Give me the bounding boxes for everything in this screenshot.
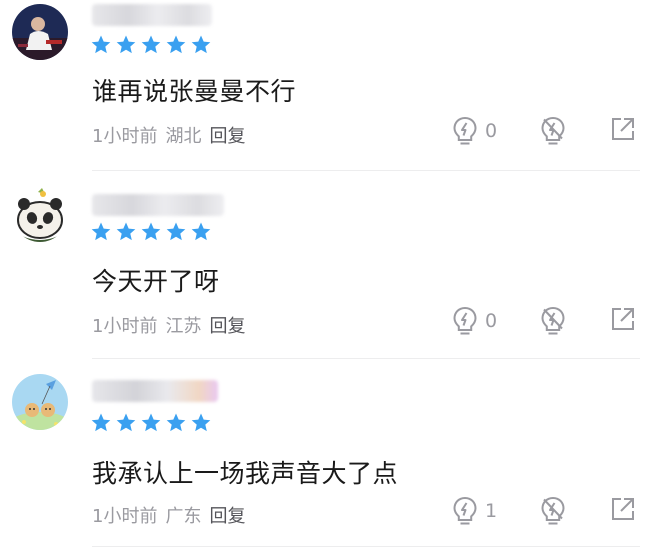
like-count: 0 — [485, 310, 498, 332]
star-icon — [165, 221, 187, 242]
avatar[interactable] — [12, 374, 68, 430]
reply-button[interactable]: 回复 — [209, 122, 245, 148]
star-icon — [140, 221, 162, 242]
share-button[interactable] — [610, 496, 636, 522]
share-icon — [610, 116, 636, 142]
like-button[interactable]: 0 — [452, 116, 497, 146]
share-button[interactable] — [610, 306, 636, 332]
cartoon-avatar-icon — [12, 374, 68, 430]
comment-item: 我承认上一场我声音大了点 1小时前 广东 回复 1 — [0, 370, 660, 560]
divider — [92, 358, 640, 359]
comment-text: 我承认上一场我声音大了点 — [92, 459, 399, 488]
lightbulb-off-icon — [540, 496, 566, 526]
comment-meta: 1小时前 江苏 回复 — [92, 312, 253, 338]
star-icon — [140, 412, 162, 433]
like-button[interactable]: 0 — [452, 306, 497, 336]
star-icon — [190, 34, 212, 55]
dislike-button[interactable] — [540, 116, 566, 146]
avatar[interactable] — [12, 186, 68, 242]
rating-stars — [90, 221, 212, 242]
star-icon — [165, 412, 187, 433]
star-icon — [115, 221, 137, 242]
divider — [92, 546, 640, 547]
comment-meta: 1小时前 湖北 回复 — [92, 122, 253, 148]
reply-button[interactable]: 回复 — [209, 502, 245, 528]
comment-meta: 1小时前 广东 回复 — [92, 502, 253, 528]
comment-time: 1小时前 — [92, 126, 158, 147]
comment-location: 湖北 — [165, 126, 202, 147]
rating-stars — [90, 34, 212, 55]
reply-button[interactable]: 回复 — [209, 312, 245, 338]
like-count: 0 — [485, 120, 498, 142]
star-icon — [140, 34, 162, 55]
username-blurred[interactable] — [92, 194, 224, 216]
divider — [92, 170, 640, 171]
share-button[interactable] — [610, 116, 636, 142]
like-button[interactable]: 1 — [452, 496, 497, 526]
lightbulb-icon — [452, 116, 478, 146]
star-icon — [115, 412, 137, 433]
avatar[interactable] — [12, 4, 68, 60]
star-icon — [115, 34, 137, 55]
comment-text: 今天开了呀 — [92, 267, 220, 296]
comment-location: 广东 — [165, 506, 202, 527]
username-blurred[interactable] — [92, 4, 212, 26]
lightbulb-icon — [452, 496, 478, 526]
lightbulb-off-icon — [540, 306, 566, 336]
comment-text: 谁再说张曼曼不行 — [92, 77, 297, 106]
panda-avatar-icon — [12, 186, 68, 242]
star-icon — [190, 221, 212, 242]
comment-time: 1小时前 — [92, 506, 158, 527]
comment-location: 江苏 — [165, 316, 202, 337]
share-icon — [610, 306, 636, 332]
star-icon — [190, 412, 212, 433]
star-icon — [90, 34, 112, 55]
photo-avatar-icon — [12, 4, 68, 60]
comment-item: 谁再说张曼曼不行 1小时前 湖北 回复 0 — [0, 0, 660, 190]
lightbulb-icon — [452, 306, 478, 336]
like-count: 1 — [485, 500, 498, 522]
star-icon — [165, 34, 187, 55]
comment-time: 1小时前 — [92, 316, 158, 337]
dislike-button[interactable] — [540, 496, 566, 526]
rating-stars — [90, 412, 212, 433]
star-icon — [90, 412, 112, 433]
dislike-button[interactable] — [540, 306, 566, 336]
star-icon — [90, 221, 112, 242]
comment-item: 今天开了呀 1小时前 江苏 回复 0 — [0, 182, 660, 372]
username-blurred[interactable] — [92, 380, 218, 402]
lightbulb-off-icon — [540, 116, 566, 146]
share-icon — [610, 496, 636, 522]
